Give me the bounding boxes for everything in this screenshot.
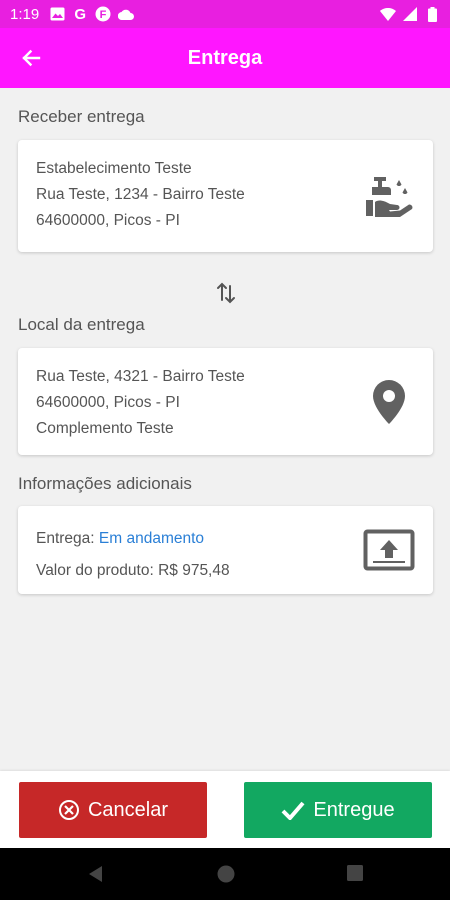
hand-wash-icon xyxy=(363,171,415,223)
delivery-status-row: Entrega: Em andamento xyxy=(36,523,230,555)
dropoff-line: 64600000, Picos - PI xyxy=(36,394,180,411)
cloud-icon xyxy=(118,6,135,22)
wifi-icon xyxy=(380,6,396,22)
page-title: Entrega xyxy=(187,46,263,69)
cancel-circle-icon xyxy=(58,799,80,821)
delivery-status-value: Em andamento xyxy=(98,530,205,547)
upload-box-icon[interactable] xyxy=(363,529,415,571)
map-marker-icon xyxy=(369,378,409,426)
status-time: 1:19 xyxy=(10,5,40,23)
action-bar: Cancelar Entregue xyxy=(0,771,450,848)
swap-vertical-icon xyxy=(214,280,238,306)
system-nav-bar xyxy=(0,848,450,900)
product-value: R$ 975,48 xyxy=(158,562,230,579)
battery-icon xyxy=(424,6,440,22)
check-icon xyxy=(281,800,305,820)
pickup-card: Estabelecimento Teste Rua Teste, 1234 - … xyxy=(18,140,433,252)
back-triangle-icon[interactable] xyxy=(86,864,106,884)
delivery-status-label: Entrega: xyxy=(36,530,95,547)
google-icon: G xyxy=(74,5,87,23)
f-app-icon: F xyxy=(95,6,111,22)
pickup-line: Estabelecimento Teste xyxy=(36,160,192,177)
pickup-line: Rua Teste, 1234 - Bairro Teste xyxy=(36,186,245,203)
info-card: Entrega: Em andamento Valor do produto: … xyxy=(18,506,433,594)
dropoff-section-title: Local da entrega xyxy=(18,315,145,334)
svg-text:F: F xyxy=(100,9,107,21)
back-arrow-icon[interactable] xyxy=(18,45,44,71)
delivered-label: Entregue xyxy=(313,798,395,821)
pickup-line: 64600000, Picos - PI xyxy=(36,212,180,229)
cancel-label: Cancelar xyxy=(87,798,169,821)
dropoff-line: Rua Teste, 4321 - Bairro Teste xyxy=(36,368,245,385)
product-value-row: Valor do produto: R$ 975,48 xyxy=(36,555,230,587)
status-bar: 1:19 G F xyxy=(0,0,450,28)
dropoff-card: Rua Teste, 4321 - Bairro Teste 64600000,… xyxy=(18,348,433,455)
image-icon xyxy=(49,6,65,22)
delivered-button[interactable]: Entregue xyxy=(244,782,432,838)
info-section-title: Informações adicionais xyxy=(18,474,192,493)
product-value-label: Valor do produto: xyxy=(36,562,154,579)
dropoff-line: Complemento Teste xyxy=(36,420,174,437)
app-bar: Entrega xyxy=(0,28,450,88)
home-circle-icon[interactable] xyxy=(216,864,236,884)
cancel-button[interactable]: Cancelar xyxy=(19,782,207,838)
recents-square-icon[interactable] xyxy=(346,864,366,884)
signal-icon xyxy=(402,6,418,22)
pickup-section-title: Receber entrega xyxy=(18,107,145,126)
